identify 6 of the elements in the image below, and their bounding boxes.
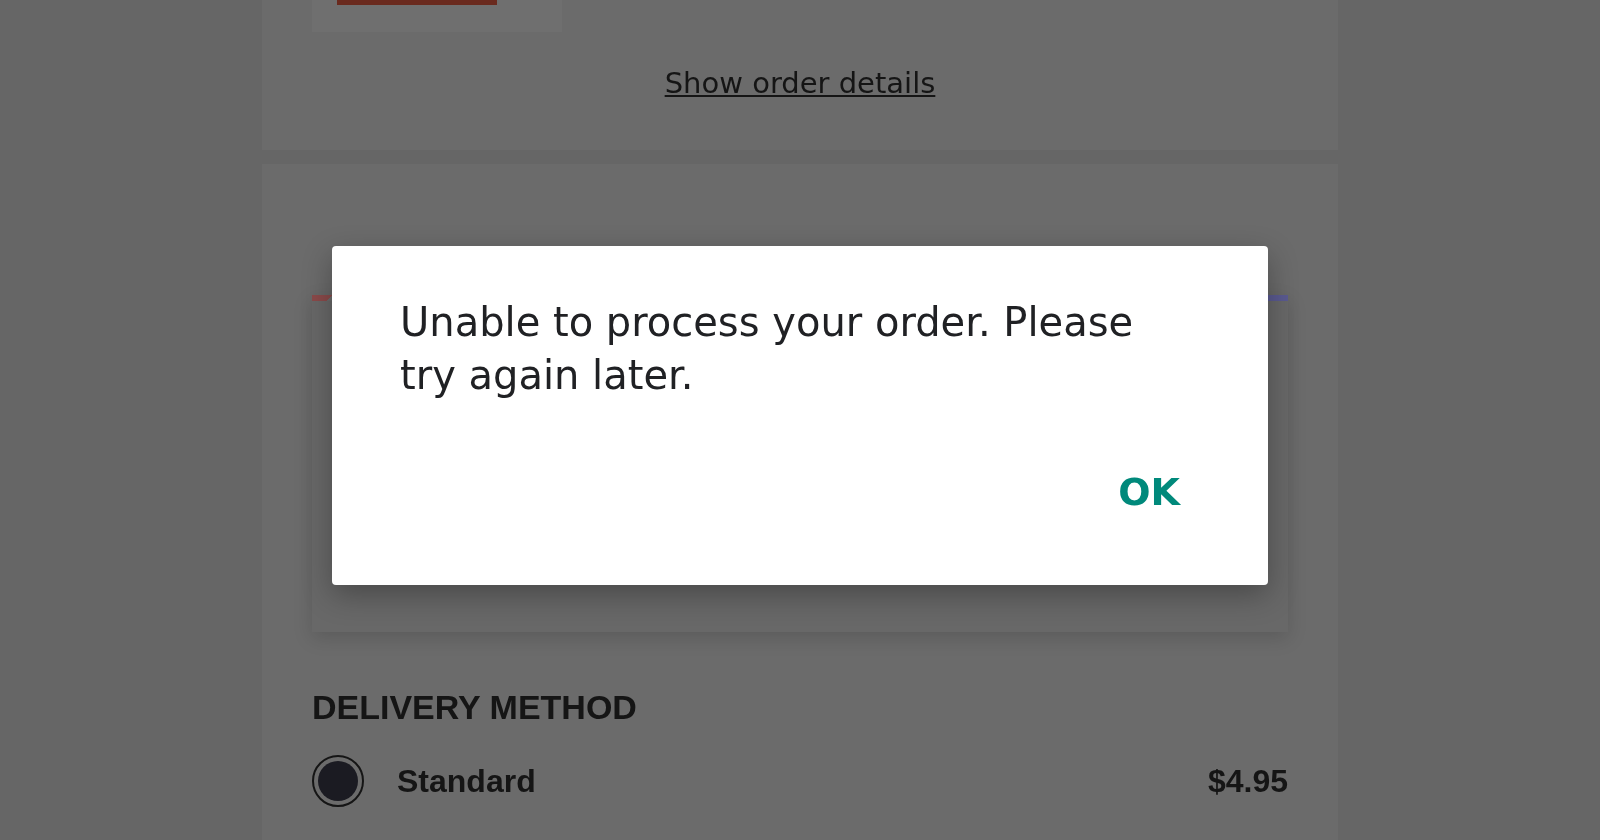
radio-button[interactable]: [312, 755, 364, 807]
option-label: Standard: [397, 762, 537, 800]
dialog-message: Unable to process your order. Please try again later.: [400, 298, 1135, 400]
option-price: $4.95: [1207, 762, 1288, 800]
section-heading: DELIVERY METHOD: [312, 688, 638, 727]
show-order-details-link[interactable]: Show order details: [664, 66, 936, 100]
